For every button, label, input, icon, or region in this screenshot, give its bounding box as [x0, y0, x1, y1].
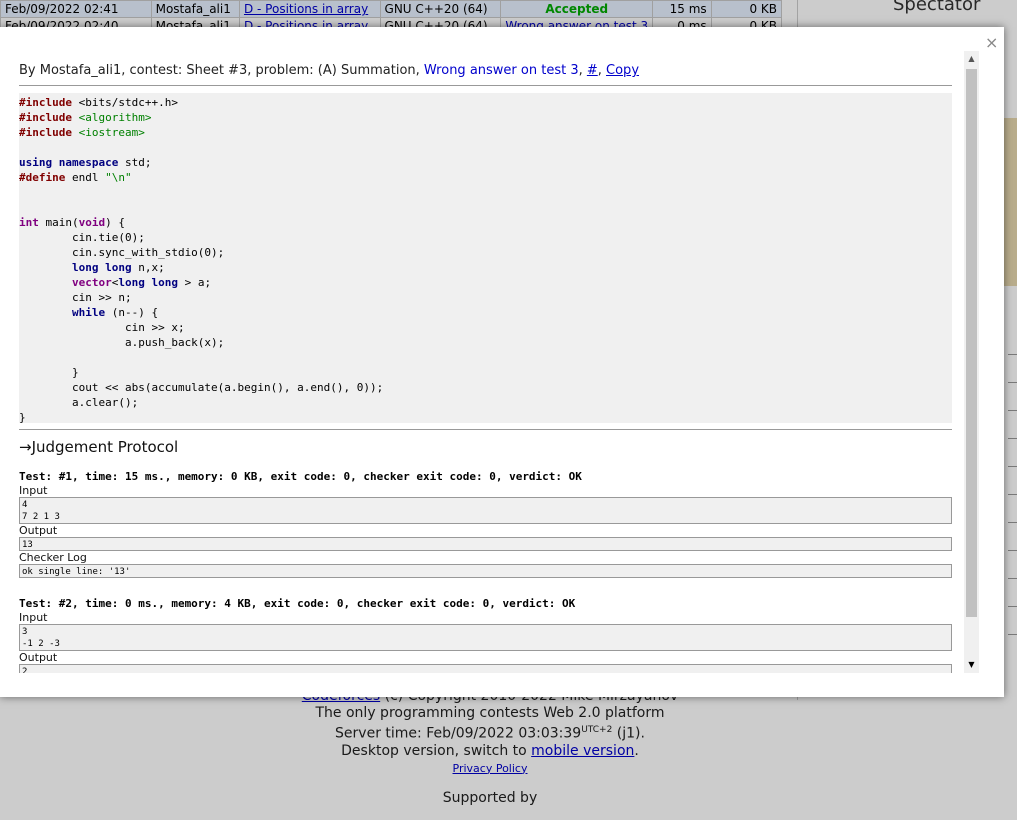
- input-label: Input: [19, 484, 48, 497]
- judgement-protocol-title[interactable]: →Judgement Protocol: [19, 437, 952, 457]
- modal-content: By Mostafa_ali1, contest: Sheet #3, prob…: [19, 51, 952, 673]
- test-header: Test: #2, time: 0 ms., memory: 4 KB, exi…: [19, 597, 576, 610]
- divider: [19, 429, 952, 430]
- test-output: 2: [19, 664, 952, 673]
- scrollbar-thumb[interactable]: [966, 69, 977, 617]
- checker-log: ok single line: '13': [19, 564, 952, 578]
- copy-link[interactable]: Copy: [606, 63, 639, 78]
- test-block: Test: #1, time: 15 ms., memory: 0 KB, ex…: [19, 470, 952, 578]
- output-label: Output: [19, 524, 58, 537]
- close-icon[interactable]: ×: [985, 35, 998, 51]
- scroll-down-icon[interactable]: ▼: [964, 657, 979, 673]
- permalink-link[interactable]: #: [587, 63, 598, 78]
- divider: [19, 85, 952, 86]
- checker-log-label: Checker Log: [19, 551, 87, 564]
- test-input: 4 7 2 1 3: [19, 497, 952, 524]
- submission-header: By Mostafa_ali1, contest: Sheet #3, prob…: [19, 63, 640, 78]
- source-code[interactable]: #include <bits/stdc++.h> #include <algor…: [19, 93, 952, 424]
- submission-modal: × By Mostafa_ali1, contest: Sheet #3, pr…: [0, 27, 1004, 697]
- scroll-up-icon[interactable]: ▲: [964, 51, 979, 67]
- modal-scrollbar[interactable]: ▲ ▼: [964, 51, 979, 673]
- verdict-link[interactable]: Wrong answer on test 3: [424, 63, 579, 78]
- test-output: 13: [19, 537, 952, 551]
- test-block: Test: #2, time: 0 ms., memory: 4 KB, exi…: [19, 597, 952, 673]
- test-header: Test: #1, time: 15 ms., memory: 0 KB, ex…: [19, 470, 582, 483]
- output-label: Output: [19, 651, 58, 664]
- input-label: Input: [19, 611, 48, 624]
- test-input: 3 -1 2 -3: [19, 624, 952, 651]
